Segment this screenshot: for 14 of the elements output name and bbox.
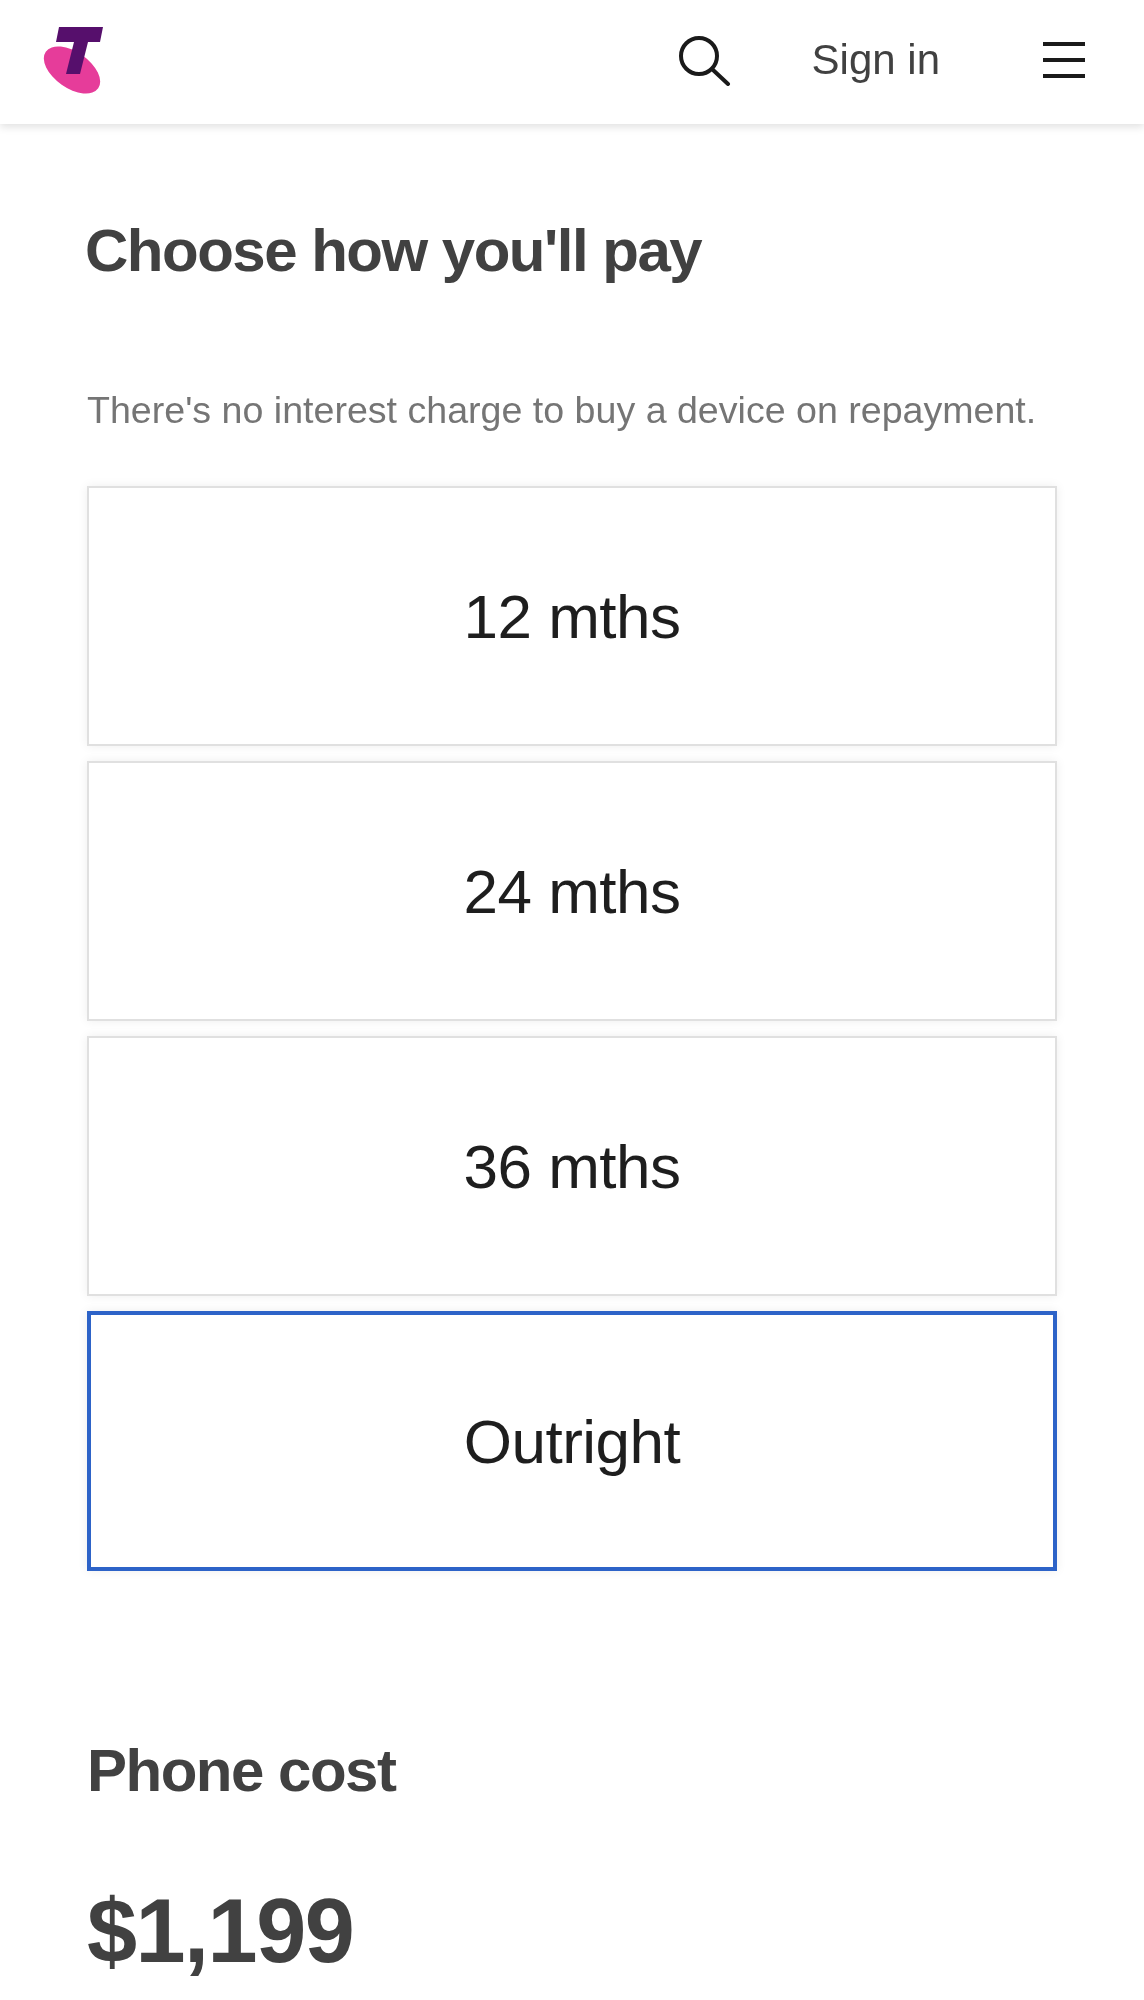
menu-button[interactable] (1043, 42, 1085, 78)
search-icon (676, 34, 731, 86)
search-button[interactable] (676, 34, 731, 86)
payment-option[interactable]: 12 mths (87, 486, 1057, 746)
price-text: $1,199 (87, 1882, 355, 1981)
info-text: There's no interest charge to buy a device on repayment. (87, 388, 1038, 433)
section-heading: Phone cost (87, 1736, 397, 1806)
payment-option[interactable]: 24 mths (87, 761, 1057, 1021)
menu-icon (1043, 42, 1085, 78)
logo-icon[interactable] (42, 26, 104, 94)
payment-option[interactable]: Outright (87, 1311, 1057, 1571)
page-heading: Choose how you'll pay (85, 216, 703, 286)
payment-option[interactable]: 36 mths (87, 1036, 1057, 1296)
sign-in-link[interactable]: Sign in (811, 36, 940, 84)
